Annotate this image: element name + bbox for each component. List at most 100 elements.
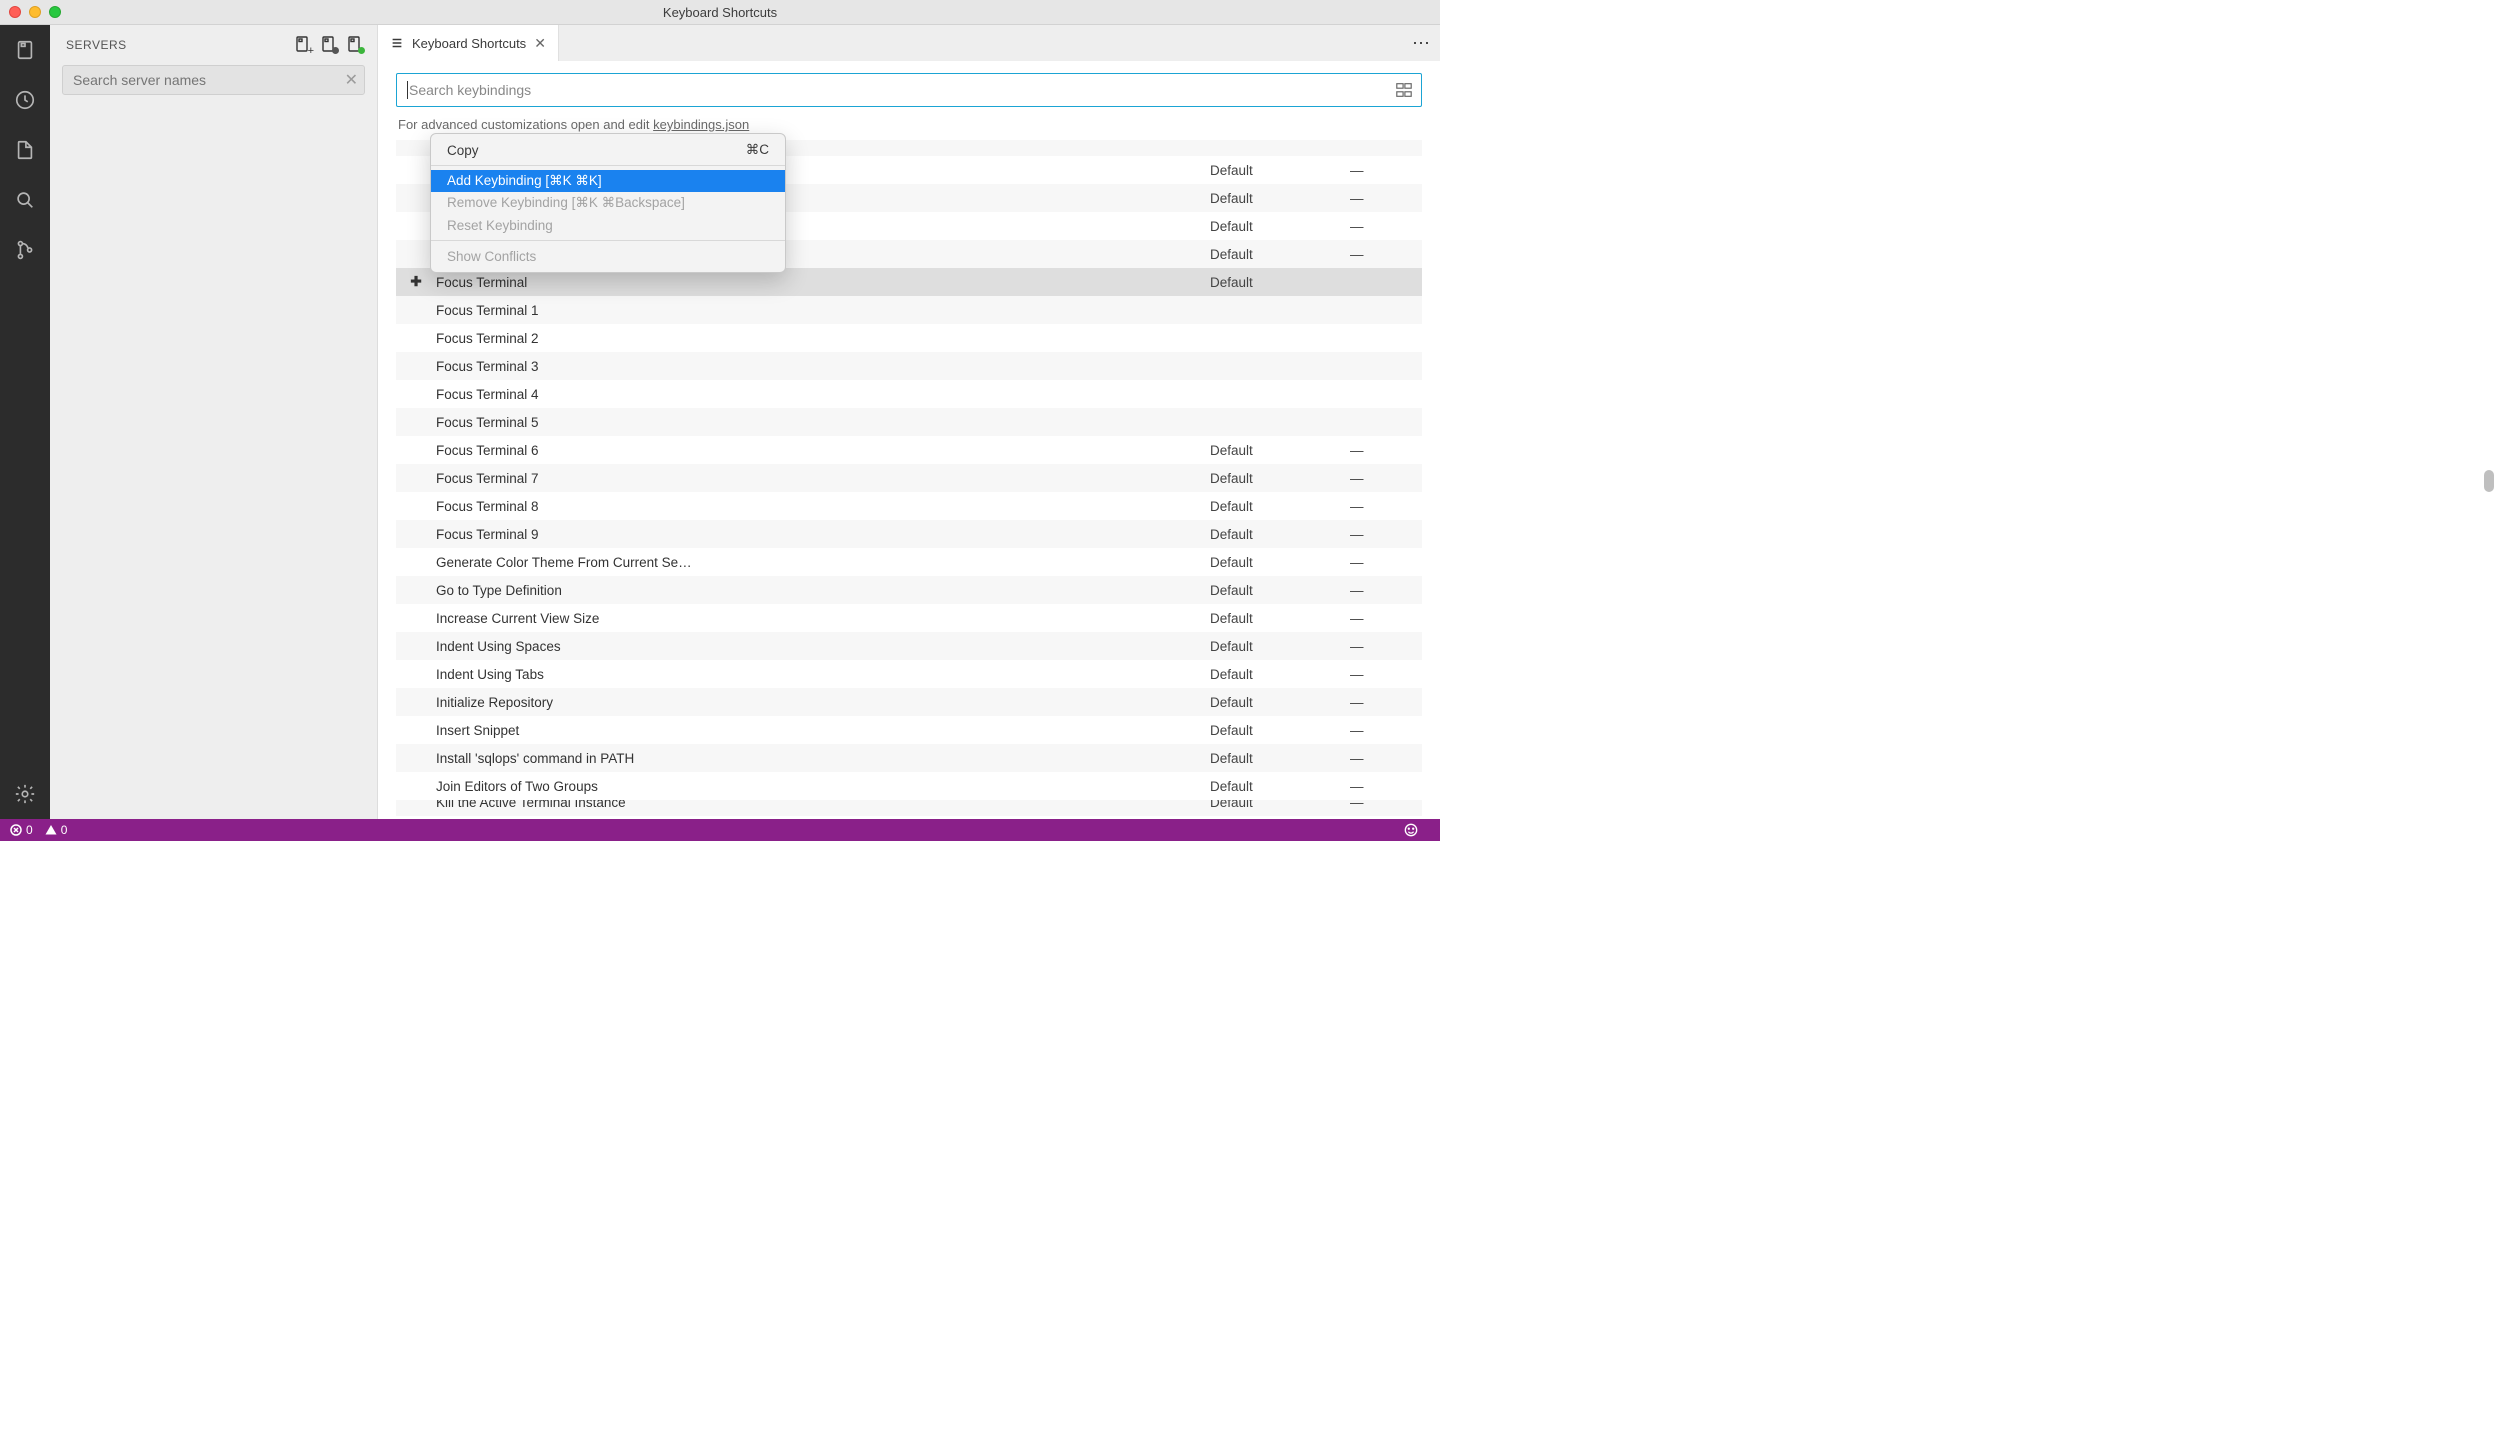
status-errors[interactable]: 0 — [10, 823, 33, 837]
tab-label: Keyboard Shortcuts — [412, 36, 526, 51]
tab-close-icon[interactable]: ✕ — [534, 35, 546, 52]
command-label: Focus Terminal 9 — [436, 527, 1210, 542]
activity-bar — [0, 25, 50, 819]
source-label: Default — [1210, 800, 1350, 810]
command-label: Focus Terminal 2 — [436, 331, 1210, 346]
sort-precedence-icon[interactable] — [1395, 81, 1413, 99]
status-warnings[interactable]: 0 — [45, 823, 68, 837]
tab-keyboard-shortcuts[interactable]: Keyboard Shortcuts ✕ — [378, 25, 559, 61]
table-row[interactable]: Focus Terminal 4 — [396, 380, 1422, 408]
source-label: Default — [1210, 667, 1350, 682]
menu-remove-keybinding: Remove Keybinding [⌘K ⌘Backspace] — [431, 192, 785, 214]
table-row[interactable]: Focus Terminal 6Default— — [396, 436, 1422, 464]
keybinding-label: — — [1350, 443, 1422, 458]
command-label: Increase Current View Size — [436, 611, 1210, 626]
table-row[interactable]: Focus Terminal 1 — [396, 296, 1422, 324]
new-server-icon[interactable] — [293, 35, 313, 55]
command-label: Generate Color Theme From Current Se… — [436, 555, 1210, 570]
source-label: Default — [1210, 611, 1350, 626]
keybinding-label: — — [1350, 219, 1422, 234]
source-label: Default — [1210, 443, 1350, 458]
active-connections-icon[interactable] — [345, 35, 365, 55]
window-title: Keyboard Shortcuts — [0, 5, 1440, 20]
main-area: SERVERS ✕ Keyboa — [0, 25, 1440, 819]
command-label: Indent Using Spaces — [436, 639, 1210, 654]
server-search-input[interactable] — [62, 65, 365, 95]
command-label: Kill the Active Terminal Instance — [436, 800, 1210, 810]
keybinding-label: — — [1350, 779, 1422, 794]
editor-pane: Keyboard Shortcuts ✕ ⋯ Search keybinding… — [378, 25, 1440, 819]
table-row[interactable]: Indent Using SpacesDefault— — [396, 632, 1422, 660]
menu-separator — [431, 165, 785, 166]
command-label: Initialize Repository — [436, 695, 1210, 710]
keybindings-search[interactable]: Search keybindings — [396, 73, 1422, 107]
menu-add-keybinding[interactable]: Add Keybinding [⌘K ⌘K] — [431, 170, 785, 192]
text-cursor — [407, 81, 408, 99]
source-label: Default — [1210, 527, 1350, 542]
table-row[interactable]: Focus Terminal 5 — [396, 408, 1422, 436]
clear-search-icon[interactable]: ✕ — [345, 70, 358, 90]
table-row[interactable]: Focus Terminal 3 — [396, 352, 1422, 380]
command-label: Focus Terminal 7 — [436, 471, 1210, 486]
keybinding-label: — — [1350, 723, 1422, 738]
menu-copy[interactable]: Copy ⌘C — [431, 139, 785, 161]
table-row[interactable]: Focus Terminal 8Default— — [396, 492, 1422, 520]
table-row[interactable]: Insert SnippetDefault— — [396, 716, 1422, 744]
source-control-activity-icon[interactable] — [12, 237, 38, 263]
sidebar: SERVERS ✕ — [50, 25, 378, 819]
keybinding-label: — — [1350, 191, 1422, 206]
table-row[interactable]: Increase Current View SizeDefault— — [396, 604, 1422, 632]
statusbar: 0 0 — [0, 819, 1440, 841]
menu-reset-keybinding: Reset Keybinding — [431, 214, 785, 236]
source-label: Default — [1210, 219, 1350, 234]
source-label: Default — [1210, 583, 1350, 598]
table-row[interactable]: Generate Color Theme From Current Se…Def… — [396, 548, 1422, 576]
command-label: Go to Type Definition — [436, 583, 1210, 598]
keybindings-search-placeholder: Search keybindings — [409, 82, 1395, 98]
command-label: Focus Terminal 1 — [436, 303, 1210, 318]
scrollbar-thumb[interactable] — [2484, 470, 2494, 492]
sidebar-header: SERVERS — [50, 25, 377, 61]
list-icon — [390, 36, 404, 50]
advanced-hint: For advanced customizations open and edi… — [398, 117, 1420, 132]
add-keybinding-icon[interactable]: ✚ — [396, 274, 436, 290]
search-activity-icon[interactable] — [12, 187, 38, 213]
source-label: Default — [1210, 639, 1350, 654]
source-label: Default — [1210, 723, 1350, 738]
keybinding-label: — — [1350, 667, 1422, 682]
status-feedback-icon[interactable] — [1404, 823, 1418, 837]
source-label: Default — [1210, 695, 1350, 710]
table-row[interactable]: Join Editors of Two GroupsDefault— — [396, 772, 1422, 800]
table-row[interactable]: Focus Terminal 2 — [396, 324, 1422, 352]
keybinding-label: — — [1350, 583, 1422, 598]
new-server-group-icon[interactable] — [319, 35, 339, 55]
table-row[interactable]: Initialize RepositoryDefault— — [396, 688, 1422, 716]
table-row[interactable]: Indent Using TabsDefault— — [396, 660, 1422, 688]
explorer-activity-icon[interactable] — [12, 137, 38, 163]
table-row[interactable]: Focus Terminal 9Default— — [396, 520, 1422, 548]
command-label: Focus Terminal 3 — [436, 359, 1210, 374]
keybindings-json-link[interactable]: keybindings.json — [653, 117, 749, 132]
servers-activity-icon[interactable] — [12, 37, 38, 63]
history-activity-icon[interactable] — [12, 87, 38, 113]
table-row[interactable]: Go to Type DefinitionDefault— — [396, 576, 1422, 604]
keybinding-label: — — [1350, 555, 1422, 570]
source-label: Default — [1210, 247, 1350, 262]
command-label: Focus Terminal — [436, 275, 1210, 290]
sidebar-title: SERVERS — [66, 38, 287, 52]
menu-show-conflicts: Show Conflicts — [431, 245, 785, 267]
table-row[interactable]: Kill the Active Terminal InstanceDefault… — [396, 800, 1422, 816]
keybinding-label: — — [1350, 527, 1422, 542]
command-label: Focus Terminal 4 — [436, 387, 1210, 402]
settings-activity-icon[interactable] — [12, 781, 38, 807]
command-label: Focus Terminal 6 — [436, 443, 1210, 458]
keybinding-label: — — [1350, 163, 1422, 178]
source-label: Default — [1210, 751, 1350, 766]
keybinding-label: — — [1350, 751, 1422, 766]
server-search: ✕ — [62, 65, 365, 95]
keybinding-label: — — [1350, 247, 1422, 262]
editor-more-actions[interactable]: ⋯ — [1404, 25, 1440, 61]
table-row[interactable]: Focus Terminal 7Default— — [396, 464, 1422, 492]
table-row[interactable]: Install 'sqlops' command in PATHDefault— — [396, 744, 1422, 772]
command-label: Install 'sqlops' command in PATH — [436, 751, 1210, 766]
